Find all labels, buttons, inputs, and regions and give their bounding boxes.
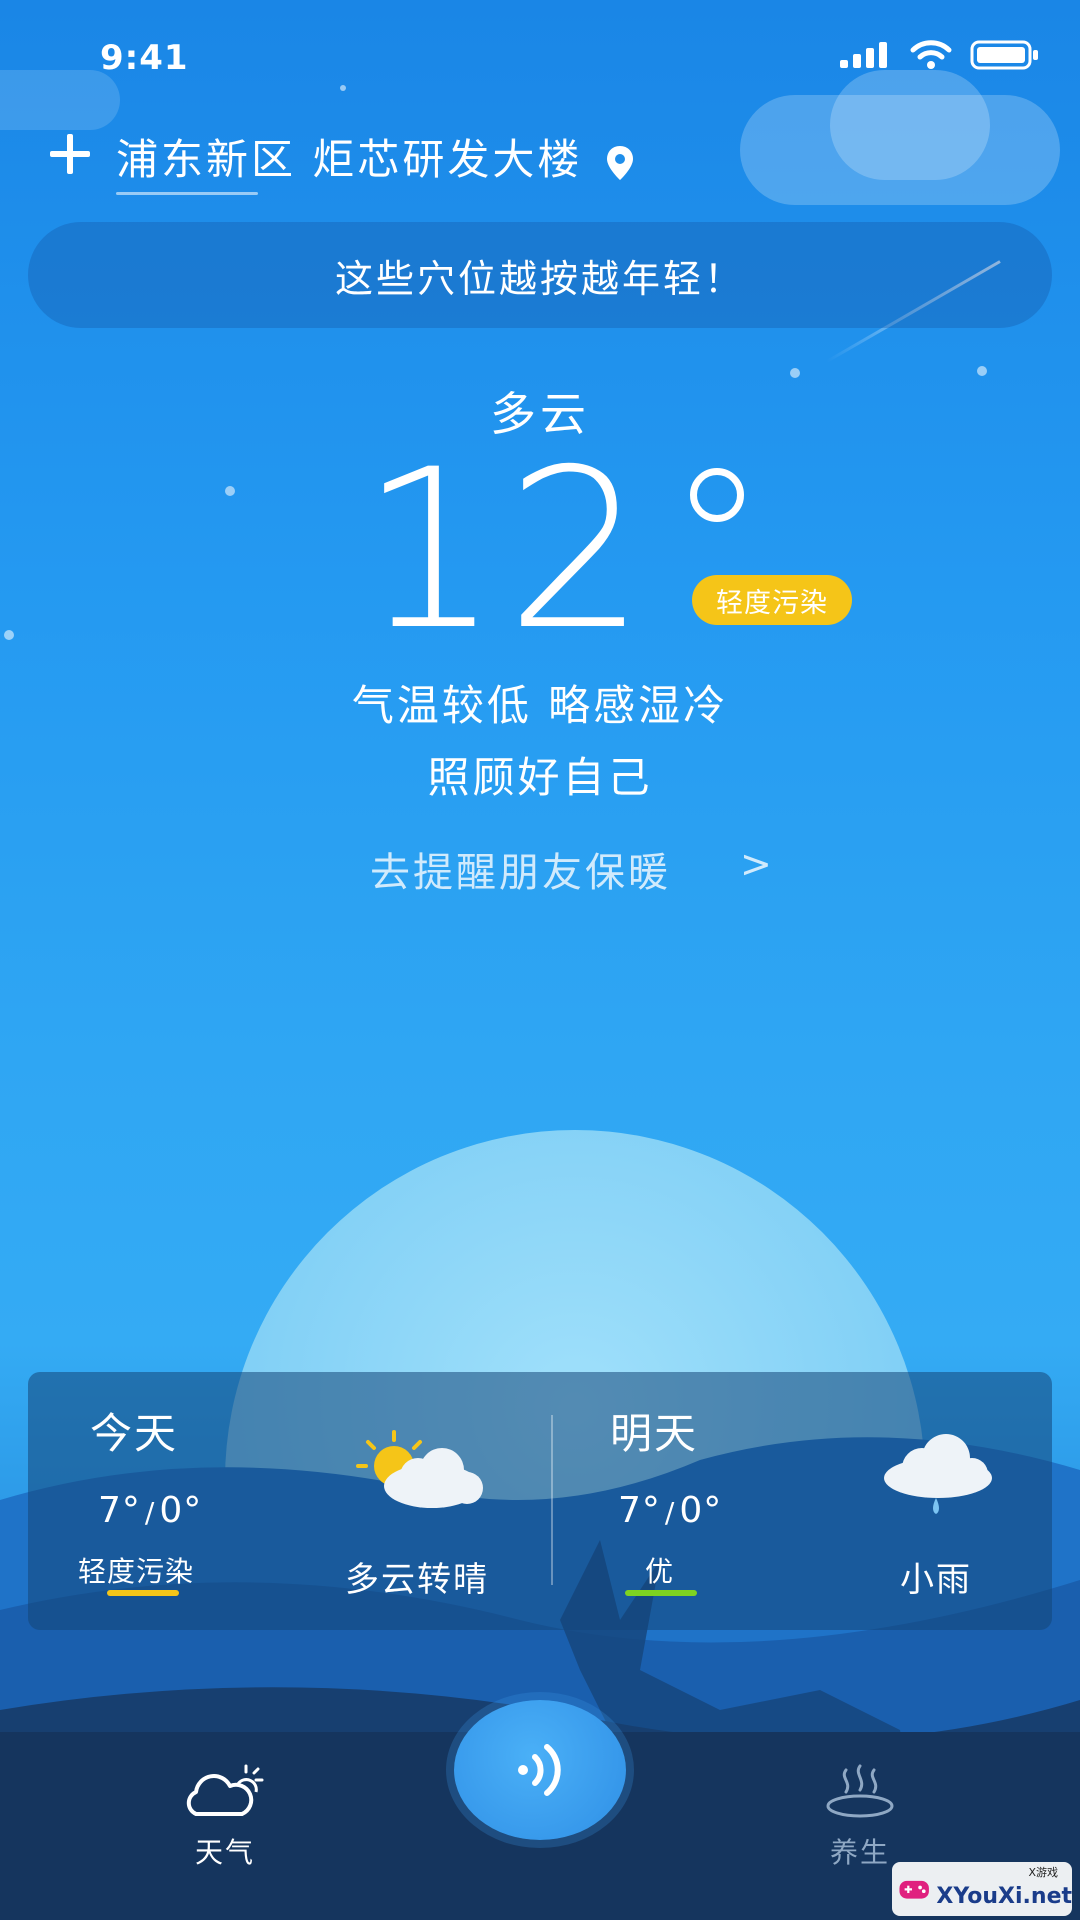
location-selector[interactable]: 浦东新区 炬芯研发大楼 [116, 126, 635, 187]
forecast-today-high: 7° [98, 1490, 141, 1531]
aqi-badge[interactable]: 轻度污染 [692, 575, 852, 625]
promo-banner[interactable]: 这些穴位越按越年轻！ [28, 222, 1052, 328]
star-dot [340, 85, 346, 91]
forecast-tomorrow-label: 明天 [610, 1409, 699, 1458]
background-cloud [830, 70, 990, 180]
watermark-text: XYouXi.net [936, 1883, 1072, 1909]
nav-item-health[interactable]: 养生 [805, 1762, 915, 1871]
forecast-today-aqi: 轻度污染 [78, 1555, 195, 1588]
forecast-today-temp: 7°/0° [98, 1490, 202, 1531]
forecast-today-sep: / [144, 1496, 156, 1529]
battery-icon [970, 40, 1038, 70]
forecast-today-label: 今天 [90, 1409, 179, 1458]
degree-symbol [690, 468, 744, 522]
forecast-tomorrow-aqi: 优 [645, 1555, 675, 1588]
plus-icon[interactable] [48, 132, 92, 176]
wifi-icon [910, 40, 952, 69]
location-underline [116, 192, 258, 195]
light-rain-icon [884, 1434, 992, 1514]
forecast-tomorrow-aqi-bar [625, 1590, 697, 1596]
forecast-divider [551, 1415, 553, 1585]
forecast-tomorrow-low: 0° [679, 1490, 723, 1531]
forecast-tomorrow-high: 7° [618, 1490, 661, 1531]
forecast-today-aqi-bar [107, 1590, 179, 1596]
promo-banner-text: 这些穴位越按越年轻！ [334, 256, 745, 301]
voice-broadcast-icon [518, 1744, 561, 1796]
forecast-tomorrow-temp: 7°/0° [618, 1490, 722, 1531]
signal-icon [840, 42, 887, 68]
hot-spring-icon [826, 1764, 894, 1818]
background-cloud [0, 70, 120, 130]
gamepad-logo-icon [899, 1880, 929, 1899]
location-pin-icon [606, 145, 633, 180]
partly-cloudy-sun-icon [356, 1430, 483, 1508]
weather-description-line2: 照顾好自己 [427, 753, 653, 802]
voice-broadcast-button[interactable] [454, 1700, 626, 1840]
watermark: XYouXi.net X游戏 [892, 1862, 1072, 1916]
location-label: 浦东新区 炬芯研发大楼 [116, 135, 583, 184]
nav-item-weather-label: 天气 [194, 1836, 255, 1869]
forecast-tomorrow-condition: 小雨 [900, 1560, 972, 1600]
star-dot [225, 486, 235, 496]
star-dot [4, 630, 14, 640]
forecast-tomorrow-sep: / [664, 1496, 676, 1529]
weather-description-line1: 气温较低 略感湿冷 [351, 681, 729, 730]
star-dot [977, 366, 987, 376]
watermark-small: X游戏 [1028, 1866, 1058, 1879]
remind-friends-link[interactable]: 去提醒朋友保暖 [370, 840, 671, 898]
status-time: 9:41 [100, 38, 189, 78]
aqi-label: 轻度污染 [716, 587, 828, 619]
status-icons [840, 40, 1040, 70]
forecast-today-condition: 多云转晴 [345, 1560, 489, 1600]
current-temperature: 12 [360, 422, 652, 678]
chevron-right-icon: > [740, 842, 772, 886]
star-dot [790, 368, 800, 378]
weather-cloud-icon [186, 1764, 264, 1816]
nav-item-weather[interactable]: 天气 [170, 1762, 280, 1871]
forecast-today-low: 0° [159, 1490, 203, 1531]
